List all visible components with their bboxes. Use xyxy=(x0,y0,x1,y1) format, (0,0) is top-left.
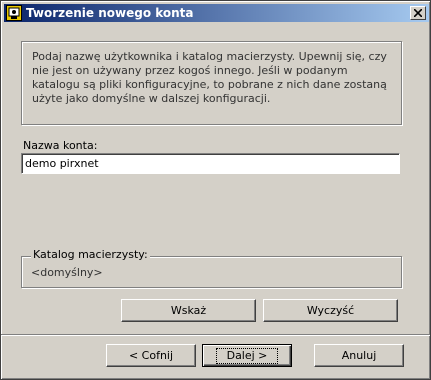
info-text: Podaj nazwę użytkownika i katalog macier… xyxy=(32,50,387,105)
dialog-window: Tworzenie nowego konta Podaj nazwę użytk… xyxy=(0,0,431,380)
close-button[interactable] xyxy=(410,6,426,20)
next-button[interactable]: Dalej > xyxy=(202,344,292,367)
cancel-button[interactable]: Anuluj xyxy=(314,344,404,367)
next-button-label: Dalej > xyxy=(215,348,279,364)
separator xyxy=(1,334,430,336)
home-dir-value: <domyślny> xyxy=(31,266,103,279)
close-icon xyxy=(414,9,422,17)
home-dir-label: Katalog macierzysty: xyxy=(31,248,150,261)
browse-button[interactable]: Wskaż xyxy=(121,299,256,322)
app-icon xyxy=(6,5,22,21)
window-title: Tworzenie nowego konta xyxy=(26,6,194,20)
account-name-input[interactable] xyxy=(21,153,400,174)
account-name-label: Nazwa konta: xyxy=(23,139,98,152)
title-bar[interactable]: Tworzenie nowego konta xyxy=(4,4,429,22)
clear-button[interactable]: Wyczyść xyxy=(263,299,398,322)
info-panel: Podaj nazwę użytkownika i katalog macier… xyxy=(21,41,402,125)
back-button[interactable]: < Cofnij xyxy=(106,344,196,367)
